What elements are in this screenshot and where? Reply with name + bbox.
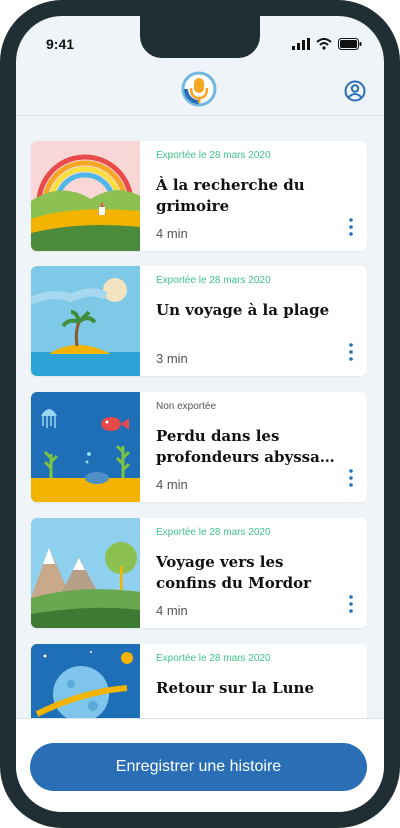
battery-icon: [338, 38, 362, 50]
more-options-icon[interactable]: [347, 217, 355, 237]
story-card[interactable]: Exportée le 28 mars 2020 Voyage vers les…: [31, 518, 367, 628]
story-duration: 4 min: [156, 226, 188, 241]
signal-icon: [292, 38, 310, 50]
story-title: Perdu dans les profondeurs abyssa…: [156, 427, 335, 466]
more-options-icon[interactable]: [347, 594, 355, 614]
status-time: 9:41: [46, 36, 75, 52]
notch: [140, 16, 260, 58]
story-status: Exportée le 28 mars 2020: [156, 527, 271, 538]
app-screen: 9:41 Exportée le 28 mars 2020 À la reche…: [16, 16, 384, 812]
story-duration: 3 min: [156, 351, 188, 366]
underwater-thumbnail: [31, 392, 140, 502]
story-title: Voyage vers les confins du Mordor: [156, 553, 312, 592]
user-circle-icon[interactable]: [344, 80, 366, 102]
wifi-icon: [316, 38, 332, 50]
story-status: Exportée le 28 mars 2020: [156, 150, 271, 161]
mountains-thumbnail: [31, 518, 140, 628]
story-title: À la recherche du grimoire: [156, 176, 305, 215]
rainbow-thumbnail: [31, 141, 140, 251]
story-duration: 4 min: [156, 603, 188, 618]
status-icons: [292, 38, 362, 50]
more-options-icon[interactable]: [347, 468, 355, 488]
beach-thumbnail: [31, 266, 140, 376]
more-options-icon[interactable]: [347, 342, 355, 362]
bottom-bar: Enregistrer une histoire: [16, 718, 384, 812]
story-card[interactable]: Exportée le 28 mars 2020 À la recherche …: [31, 141, 367, 251]
story-duration: 4 min: [156, 477, 188, 492]
story-card[interactable]: Exportée le 28 mars 2020 Un voyage à la …: [31, 266, 367, 376]
microphone-logo-icon: [181, 71, 217, 107]
story-title: Un voyage à la plage: [156, 301, 330, 319]
story-status: Exportée le 28 mars 2020: [156, 653, 271, 664]
record-story-button[interactable]: Enregistrer une histoire: [30, 743, 367, 791]
story-title: Retour sur la Lune: [156, 679, 314, 697]
story-card[interactable]: Non exportée Perdu dans les profondeurs …: [31, 392, 367, 502]
app-header: [16, 66, 384, 116]
story-status: Exportée le 28 mars 2020: [156, 275, 271, 286]
story-status: Non exportée: [156, 401, 217, 412]
phone-frame: 9:41 Exportée le 28 mars 2020 À la reche…: [0, 0, 400, 828]
